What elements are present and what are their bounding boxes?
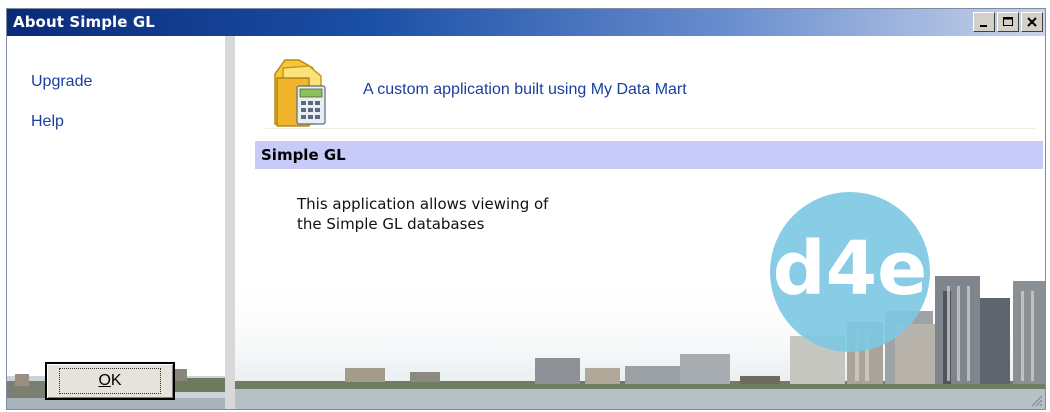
- maximize-icon: [1003, 17, 1013, 26]
- title-bar[interactable]: About Simple GL: [7, 9, 1045, 36]
- divider: [265, 128, 1035, 129]
- close-button[interactable]: [1021, 12, 1043, 32]
- about-dialog: About Simple GL Upgrade Help OK d4e A cu…: [6, 8, 1046, 410]
- close-icon: [1027, 17, 1037, 27]
- description-line-2: the Simple GL databases: [297, 215, 485, 233]
- minimize-button[interactable]: [973, 12, 995, 32]
- minimize-icon: [980, 25, 987, 27]
- svg-text:d4e: d4e: [773, 226, 928, 312]
- app-tagline: A custom application built using My Data…: [363, 81, 687, 98]
- section-title: Simple GL: [261, 146, 346, 164]
- section-header: Simple GL: [255, 141, 1043, 169]
- d4e-logo: d4e: [773, 226, 928, 312]
- panel-separator: [225, 36, 235, 409]
- maximize-button[interactable]: [997, 12, 1019, 32]
- ok-button-label: OK: [59, 368, 161, 394]
- window-title: About Simple GL: [13, 13, 155, 31]
- sidebar: Upgrade Help OK: [7, 36, 225, 409]
- help-link[interactable]: Help: [31, 113, 64, 131]
- window-controls: [973, 12, 1043, 32]
- description-line-1: This application allows viewing of: [297, 195, 549, 213]
- sidebar-background-image: [7, 369, 225, 409]
- app-description: This application allows viewing of the S…: [297, 194, 548, 234]
- main-panel: d4e A custom application built using My …: [235, 36, 1045, 409]
- resize-grip-icon[interactable]: [1029, 393, 1043, 407]
- ok-button[interactable]: OK: [45, 362, 175, 400]
- folder-calculator-icon: [274, 59, 326, 127]
- upgrade-link[interactable]: Upgrade: [31, 73, 92, 91]
